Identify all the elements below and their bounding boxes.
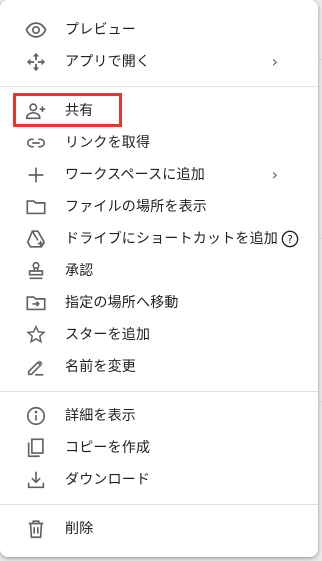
menu-item-label: ファイルの場所を表示 bbox=[65, 199, 207, 215]
info-icon bbox=[24, 404, 48, 428]
star-icon bbox=[24, 323, 48, 347]
menu-item-make-copy[interactable]: コピーを作成 bbox=[0, 432, 318, 464]
drive-shortcut-icon bbox=[24, 227, 48, 251]
background-line bbox=[318, 238, 322, 239]
menu-item-move-to[interactable]: 指定の場所へ移動 bbox=[0, 287, 318, 319]
menu-item-label: アプリで開く bbox=[65, 54, 151, 70]
context-menu: プレビュー アプリで開く › 共有 リンクを取得 ワークスペースに追加 › ファ… bbox=[0, 0, 318, 557]
eye-icon bbox=[24, 18, 48, 42]
copy-icon bbox=[24, 436, 48, 460]
menu-item-show-file-location[interactable]: ファイルの場所を表示 bbox=[0, 191, 318, 223]
menu-item-label: ダウンロード bbox=[65, 472, 151, 488]
person-add-icon bbox=[24, 99, 48, 123]
folder-move-icon bbox=[24, 291, 48, 315]
stamp-icon bbox=[24, 259, 48, 283]
trash-icon bbox=[24, 517, 48, 541]
background-line bbox=[318, 59, 322, 60]
menu-item-label: 詳細を表示 bbox=[65, 408, 136, 424]
menu-item-label: 承認 bbox=[65, 263, 94, 279]
menu-item-add-star[interactable]: スターを追加 bbox=[0, 319, 318, 351]
divider bbox=[0, 86, 318, 87]
menu-item-label: 共有 bbox=[65, 103, 94, 119]
menu-item-delete[interactable]: 削除 bbox=[0, 513, 318, 545]
menu-item-get-link[interactable]: リンクを取得 bbox=[0, 127, 318, 159]
link-icon bbox=[24, 131, 48, 155]
chevron-right-icon: › bbox=[271, 165, 278, 184]
divider bbox=[0, 391, 318, 392]
menu-item-add-shortcut[interactable]: ドライブにショートカットを追加 ? bbox=[0, 223, 318, 255]
menu-item-label: 削除 bbox=[65, 521, 94, 537]
help-glyph: ? bbox=[287, 233, 293, 246]
menu-item-view-details[interactable]: 詳細を表示 bbox=[0, 400, 318, 432]
menu-item-share[interactable]: 共有 bbox=[0, 95, 318, 127]
menu-item-rename[interactable]: 名前を変更 bbox=[0, 351, 318, 383]
menu-item-label: プレビュー bbox=[65, 22, 136, 38]
pencil-icon bbox=[24, 355, 48, 379]
menu-item-label: 指定の場所へ移動 bbox=[65, 295, 179, 311]
menu-item-label: ドライブにショートカットを追加 bbox=[65, 231, 278, 247]
plus-icon bbox=[24, 163, 48, 187]
menu-item-open-with[interactable]: アプリで開く › bbox=[0, 46, 318, 78]
divider bbox=[0, 504, 318, 505]
menu-item-label: コピーを作成 bbox=[65, 440, 151, 456]
move-arrows-icon bbox=[24, 50, 48, 74]
folder-icon bbox=[24, 195, 48, 219]
menu-item-label: ワークスペースに追加 bbox=[65, 167, 205, 183]
menu-item-add-to-workspace[interactable]: ワークスペースに追加 › bbox=[0, 159, 318, 191]
help-icon[interactable]: ? bbox=[281, 230, 299, 248]
menu-item-preview[interactable]: プレビュー bbox=[0, 14, 318, 46]
menu-item-label: リンクを取得 bbox=[65, 135, 151, 151]
menu-item-approval[interactable]: 承認 bbox=[0, 255, 318, 287]
download-icon bbox=[24, 468, 48, 492]
menu-item-download[interactable]: ダウンロード bbox=[0, 464, 318, 496]
background-line bbox=[318, 401, 322, 402]
menu-item-label: スターを追加 bbox=[65, 327, 151, 343]
chevron-right-icon: › bbox=[271, 52, 278, 71]
menu-item-label: 名前を変更 bbox=[65, 359, 136, 375]
